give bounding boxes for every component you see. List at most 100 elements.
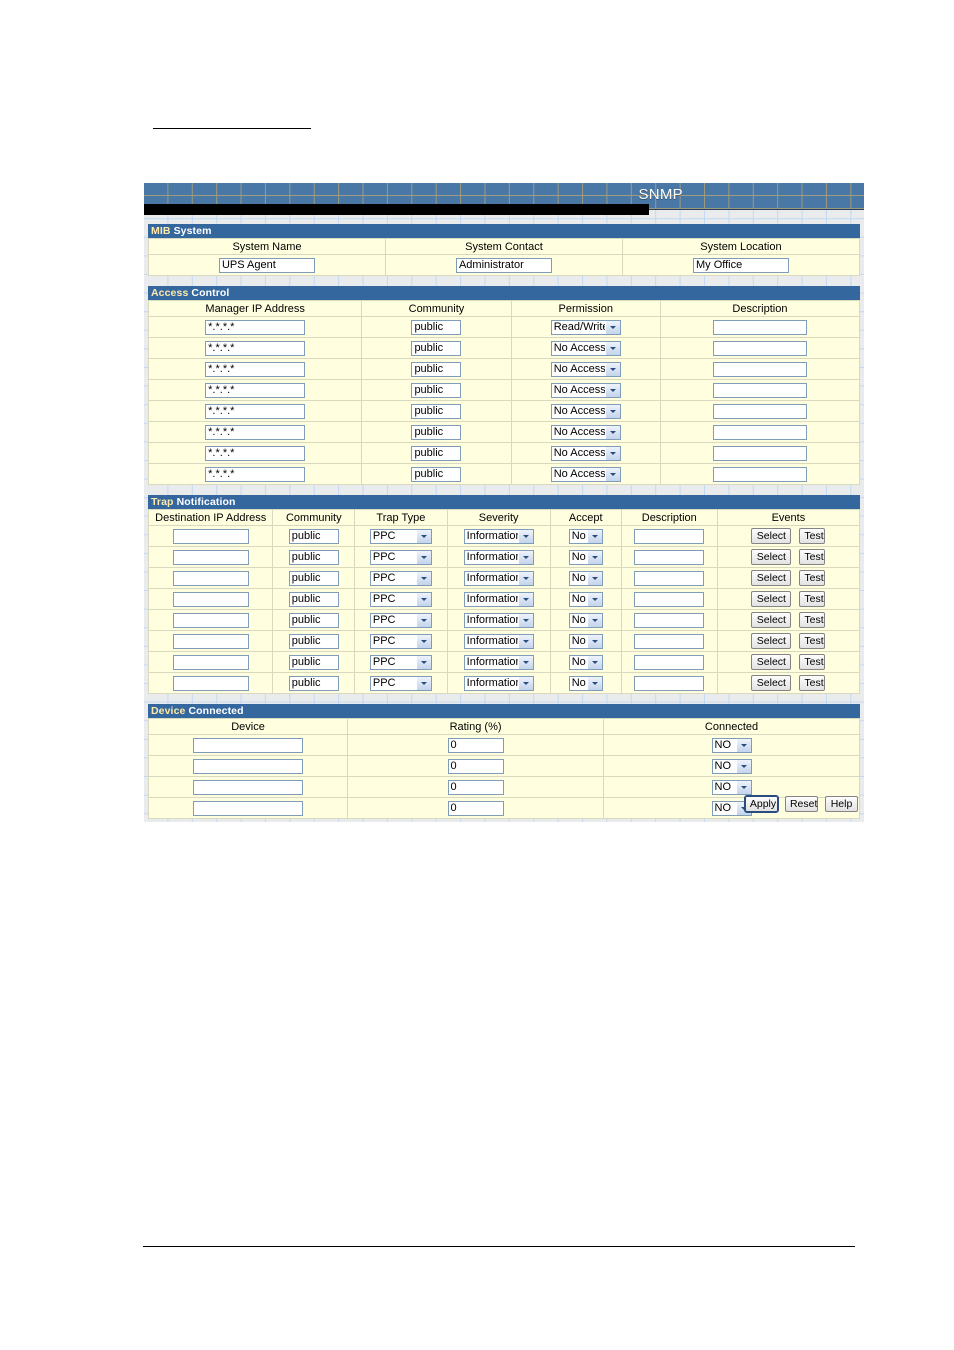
destination-ip-input[interactable]	[172, 633, 249, 649]
connected-select[interactable]: NO	[711, 758, 752, 774]
trap-type-select[interactable]: PPC	[369, 570, 432, 586]
permission-select[interactable]: No Access	[550, 445, 621, 461]
device-name-input[interactable]	[193, 758, 304, 774]
test-trap-button[interactable]: Test	[799, 549, 826, 565]
accept-select[interactable]: No	[568, 570, 603, 586]
community-input[interactable]	[288, 675, 339, 691]
apply-button[interactable]: Apply	[743, 795, 779, 813]
trap-type-select[interactable]: PPC	[369, 675, 432, 691]
community-input[interactable]	[411, 361, 462, 377]
manager-ip-input[interactable]	[205, 424, 306, 440]
description-input[interactable]	[712, 466, 807, 482]
help-button[interactable]: Help	[825, 796, 858, 812]
manager-ip-input[interactable]	[205, 340, 306, 356]
description-input[interactable]	[634, 570, 705, 586]
select-events-button[interactable]: Select	[751, 591, 792, 607]
accept-select[interactable]: No	[568, 528, 603, 544]
description-input[interactable]	[712, 340, 807, 356]
trap-type-select[interactable]: PPC	[369, 549, 432, 565]
connected-select[interactable]: NO	[711, 737, 752, 753]
test-trap-button[interactable]: Test	[799, 570, 826, 586]
select-events-button[interactable]: Select	[751, 675, 792, 691]
destination-ip-input[interactable]	[172, 528, 249, 544]
community-input[interactable]	[411, 382, 462, 398]
description-input[interactable]	[634, 675, 705, 691]
destination-ip-input[interactable]	[172, 612, 249, 628]
description-input[interactable]	[634, 633, 705, 649]
select-events-button[interactable]: Select	[751, 633, 792, 649]
severity-select[interactable]: Information	[463, 675, 534, 691]
accept-select[interactable]: No	[568, 612, 603, 628]
manager-ip-input[interactable]	[205, 466, 306, 482]
manager-ip-input[interactable]	[205, 403, 306, 419]
rating-input[interactable]	[447, 800, 504, 816]
severity-select[interactable]: Information	[463, 591, 534, 607]
severity-select[interactable]: Information	[463, 633, 534, 649]
permission-select[interactable]: No Access	[550, 403, 621, 419]
community-input[interactable]	[288, 654, 339, 670]
rating-input[interactable]	[447, 737, 504, 753]
destination-ip-input[interactable]	[172, 654, 249, 670]
description-input[interactable]	[712, 424, 807, 440]
accept-select[interactable]: No	[568, 633, 603, 649]
community-input[interactable]	[411, 424, 462, 440]
community-input[interactable]	[288, 633, 339, 649]
description-input[interactable]	[712, 319, 807, 335]
reset-button[interactable]: Reset	[784, 796, 818, 812]
severity-select[interactable]: Information	[463, 528, 534, 544]
permission-select[interactable]: Read/Write	[550, 319, 621, 335]
test-trap-button[interactable]: Test	[799, 612, 826, 628]
severity-select[interactable]: Information	[463, 549, 534, 565]
description-input[interactable]	[634, 612, 705, 628]
community-input[interactable]	[288, 549, 339, 565]
select-events-button[interactable]: Select	[751, 528, 792, 544]
community-input[interactable]	[288, 612, 339, 628]
destination-ip-input[interactable]	[172, 591, 249, 607]
description-input[interactable]	[712, 445, 807, 461]
select-events-button[interactable]: Select	[751, 654, 792, 670]
community-input[interactable]	[288, 570, 339, 586]
select-events-button[interactable]: Select	[751, 549, 792, 565]
description-input[interactable]	[634, 549, 705, 565]
community-input[interactable]	[411, 466, 462, 482]
device-name-input[interactable]	[193, 800, 304, 816]
accept-select[interactable]: No	[568, 591, 603, 607]
severity-select[interactable]: Information	[463, 612, 534, 628]
description-input[interactable]	[712, 403, 807, 419]
connected-select[interactable]: NO	[711, 779, 752, 795]
community-input[interactable]	[411, 319, 462, 335]
system-contact-input[interactable]	[455, 257, 552, 273]
community-input[interactable]	[411, 445, 462, 461]
severity-select[interactable]: Information	[463, 654, 534, 670]
trap-type-select[interactable]: PPC	[369, 633, 432, 649]
accept-select[interactable]: No	[568, 654, 603, 670]
manager-ip-input[interactable]	[205, 382, 306, 398]
system-name-input[interactable]	[218, 257, 315, 273]
test-trap-button[interactable]: Test	[799, 675, 826, 691]
destination-ip-input[interactable]	[172, 675, 249, 691]
community-input[interactable]	[411, 403, 462, 419]
community-input[interactable]	[288, 528, 339, 544]
description-input[interactable]	[634, 654, 705, 670]
test-trap-button[interactable]: Test	[799, 528, 826, 544]
severity-select[interactable]: Information	[463, 570, 534, 586]
test-trap-button[interactable]: Test	[799, 633, 826, 649]
community-input[interactable]	[411, 340, 462, 356]
destination-ip-input[interactable]	[172, 549, 249, 565]
trap-type-select[interactable]: PPC	[369, 591, 432, 607]
rating-input[interactable]	[447, 779, 504, 795]
system-location-input[interactable]	[692, 257, 789, 273]
permission-select[interactable]: No Access	[550, 340, 621, 356]
device-name-input[interactable]	[193, 779, 304, 795]
description-input[interactable]	[634, 528, 705, 544]
manager-ip-input[interactable]	[205, 361, 306, 377]
description-input[interactable]	[712, 382, 807, 398]
community-input[interactable]	[288, 591, 339, 607]
permission-select[interactable]: No Access	[550, 466, 621, 482]
manager-ip-input[interactable]	[205, 319, 306, 335]
trap-type-select[interactable]: PPC	[369, 654, 432, 670]
device-name-input[interactable]	[193, 737, 304, 753]
test-trap-button[interactable]: Test	[799, 591, 826, 607]
permission-select[interactable]: No Access	[550, 382, 621, 398]
trap-type-select[interactable]: PPC	[369, 528, 432, 544]
